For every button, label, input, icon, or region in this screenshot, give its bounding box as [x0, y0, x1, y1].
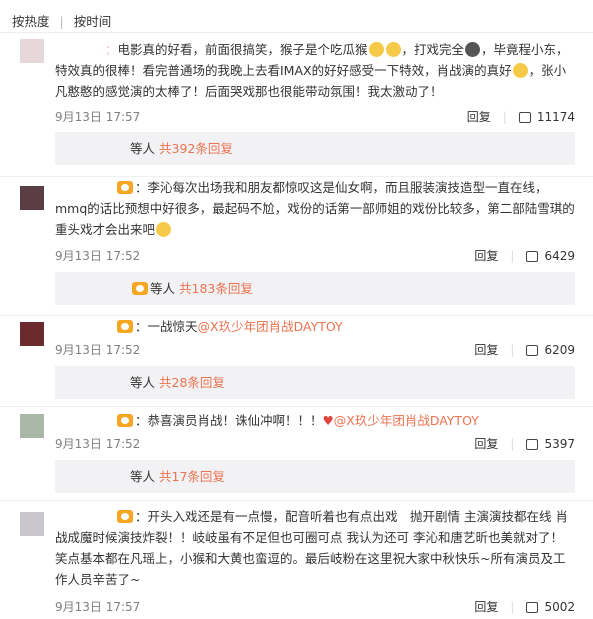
comment-actions: 回复 | 6429 — [474, 249, 575, 263]
cool-emoji-icon — [465, 42, 481, 57]
tab-sort-by-hot[interactable]: 按热度 — [12, 11, 50, 30]
more-replies-link[interactable]: 共17条回复 — [159, 469, 225, 484]
reply-button[interactable]: 回复 — [467, 110, 491, 124]
like-count: 5397 — [544, 437, 575, 451]
reply-thread[interactable]: 等人 共392条回复 — [55, 132, 575, 165]
comment-time: 9月13日 17:52 — [55, 249, 141, 263]
comment-time: 9月13日 17:52 — [55, 437, 141, 451]
comment-meta: 9月13日 17:52 回复 | 6429 — [55, 247, 575, 263]
reply-button[interactable]: 回复 — [474, 437, 498, 451]
laugh-emoji-icon — [385, 42, 401, 57]
comment-meta: 9月13日 17:57 回复 | 11174 — [55, 108, 575, 124]
comment-meta: 9月13日 17:57 回复 | 5002 — [55, 598, 575, 614]
thread-users: 等人 — [130, 469, 156, 484]
thread-users: 等人 — [130, 141, 156, 156]
cry-emoji-icon — [512, 63, 528, 78]
tab-sort-by-time[interactable]: 按时间 — [74, 11, 112, 30]
smile-emoji-icon — [156, 222, 172, 237]
comment-actions: 回复 | 5002 — [474, 600, 575, 614]
comment-time: 9月13日 17:57 — [55, 600, 141, 614]
more-replies-link[interactable]: 共392条回复 — [159, 141, 233, 156]
more-replies-link[interactable]: 共183条回复 — [179, 281, 253, 296]
laugh-emoji-icon — [368, 42, 384, 57]
username[interactable] — [55, 509, 115, 524]
reply-thread[interactable]: 等人 共183条回复 — [55, 272, 575, 305]
like-count: 5002 — [544, 600, 575, 614]
username[interactable] — [55, 319, 115, 334]
comment-divider — [0, 500, 593, 501]
comment-actions: 回复 | 5397 — [474, 437, 575, 451]
comment-text: ：恭喜演员肖战！诛仙冲啊！！！♥@X玖少年团肖战DAYTOY — [55, 410, 575, 431]
member-badge-icon — [117, 181, 133, 194]
thumbs-up-icon[interactable] — [526, 602, 539, 613]
thread-users: 等人 — [130, 375, 156, 390]
header-divider — [0, 32, 593, 33]
comment-divider — [0, 406, 593, 407]
tab-separator: | — [59, 14, 64, 29]
username[interactable] — [55, 180, 115, 195]
comment-meta: 9月13日 17:52 回复 | 5397 — [55, 435, 575, 451]
avatar[interactable] — [20, 414, 44, 438]
comment-meta: 9月13日 17:52 回复 | 6209 — [55, 341, 575, 357]
member-badge-icon — [117, 510, 133, 523]
comment-text: ：李沁每次出场我和朋友都惊叹这是仙女啊，而且服装演技造型一直在线，mmq的话比预… — [55, 180, 575, 237]
avatar[interactable] — [20, 39, 44, 63]
avatar[interactable] — [20, 186, 44, 210]
member-badge-icon — [117, 414, 133, 427]
mention-link[interactable]: @X玖少年团肖战DAYTOY — [334, 413, 479, 428]
reply-thread[interactable]: 等人 共17条回复 — [55, 460, 575, 493]
reply-button[interactable]: 回复 — [474, 343, 498, 357]
like-count: 6429 — [544, 249, 575, 263]
mention-link[interactable]: @X玖少年团肖战DAYTOY — [198, 319, 343, 334]
heart-icon: ♥ — [322, 413, 334, 428]
like-count: 11174 — [536, 110, 575, 124]
avatar[interactable] — [20, 322, 44, 346]
reply-thread[interactable]: 等人 共28条回复 — [55, 366, 575, 399]
more-replies-link[interactable]: 共28条回复 — [159, 375, 225, 390]
reply-button[interactable]: 回复 — [474, 249, 498, 263]
thumbs-up-icon[interactable] — [526, 251, 539, 262]
comment-actions: 回复 | 6209 — [474, 343, 575, 357]
comment-actions: 回复 | 11174 — [466, 110, 575, 124]
comment-text: ：一战惊天@X玖少年团肖战DAYTOY — [55, 316, 575, 337]
username[interactable] — [55, 413, 115, 428]
comment-text: ：开头入戏还是有一点慢，配音听着也有点出戏 抛开剧情 主演演技都在线 肖战成魔时… — [55, 509, 568, 587]
sort-tabs: 按热度 | 按时间 — [12, 11, 111, 30]
like-count: 6209 — [544, 343, 575, 357]
thumbs-up-icon[interactable] — [526, 345, 539, 356]
thumbs-up-icon[interactable] — [518, 112, 531, 123]
thread-users: 等人 — [150, 281, 176, 296]
thumbs-up-icon[interactable] — [526, 439, 539, 450]
comment-time: 9月13日 17:52 — [55, 343, 141, 357]
member-badge-icon — [117, 320, 133, 333]
member-badge-icon — [132, 282, 148, 295]
reply-button[interactable]: 回复 — [474, 600, 498, 614]
comment-time: 9月13日 17:57 — [55, 110, 141, 124]
avatar[interactable] — [20, 512, 44, 536]
username[interactable]: ： — [55, 42, 118, 57]
comment-text: ：电影真的好看，前面很搞笑，猴子是个吃瓜猴 ，打戏完全 ，毕竟程小东，特效真的很棒！… — [55, 42, 569, 99]
